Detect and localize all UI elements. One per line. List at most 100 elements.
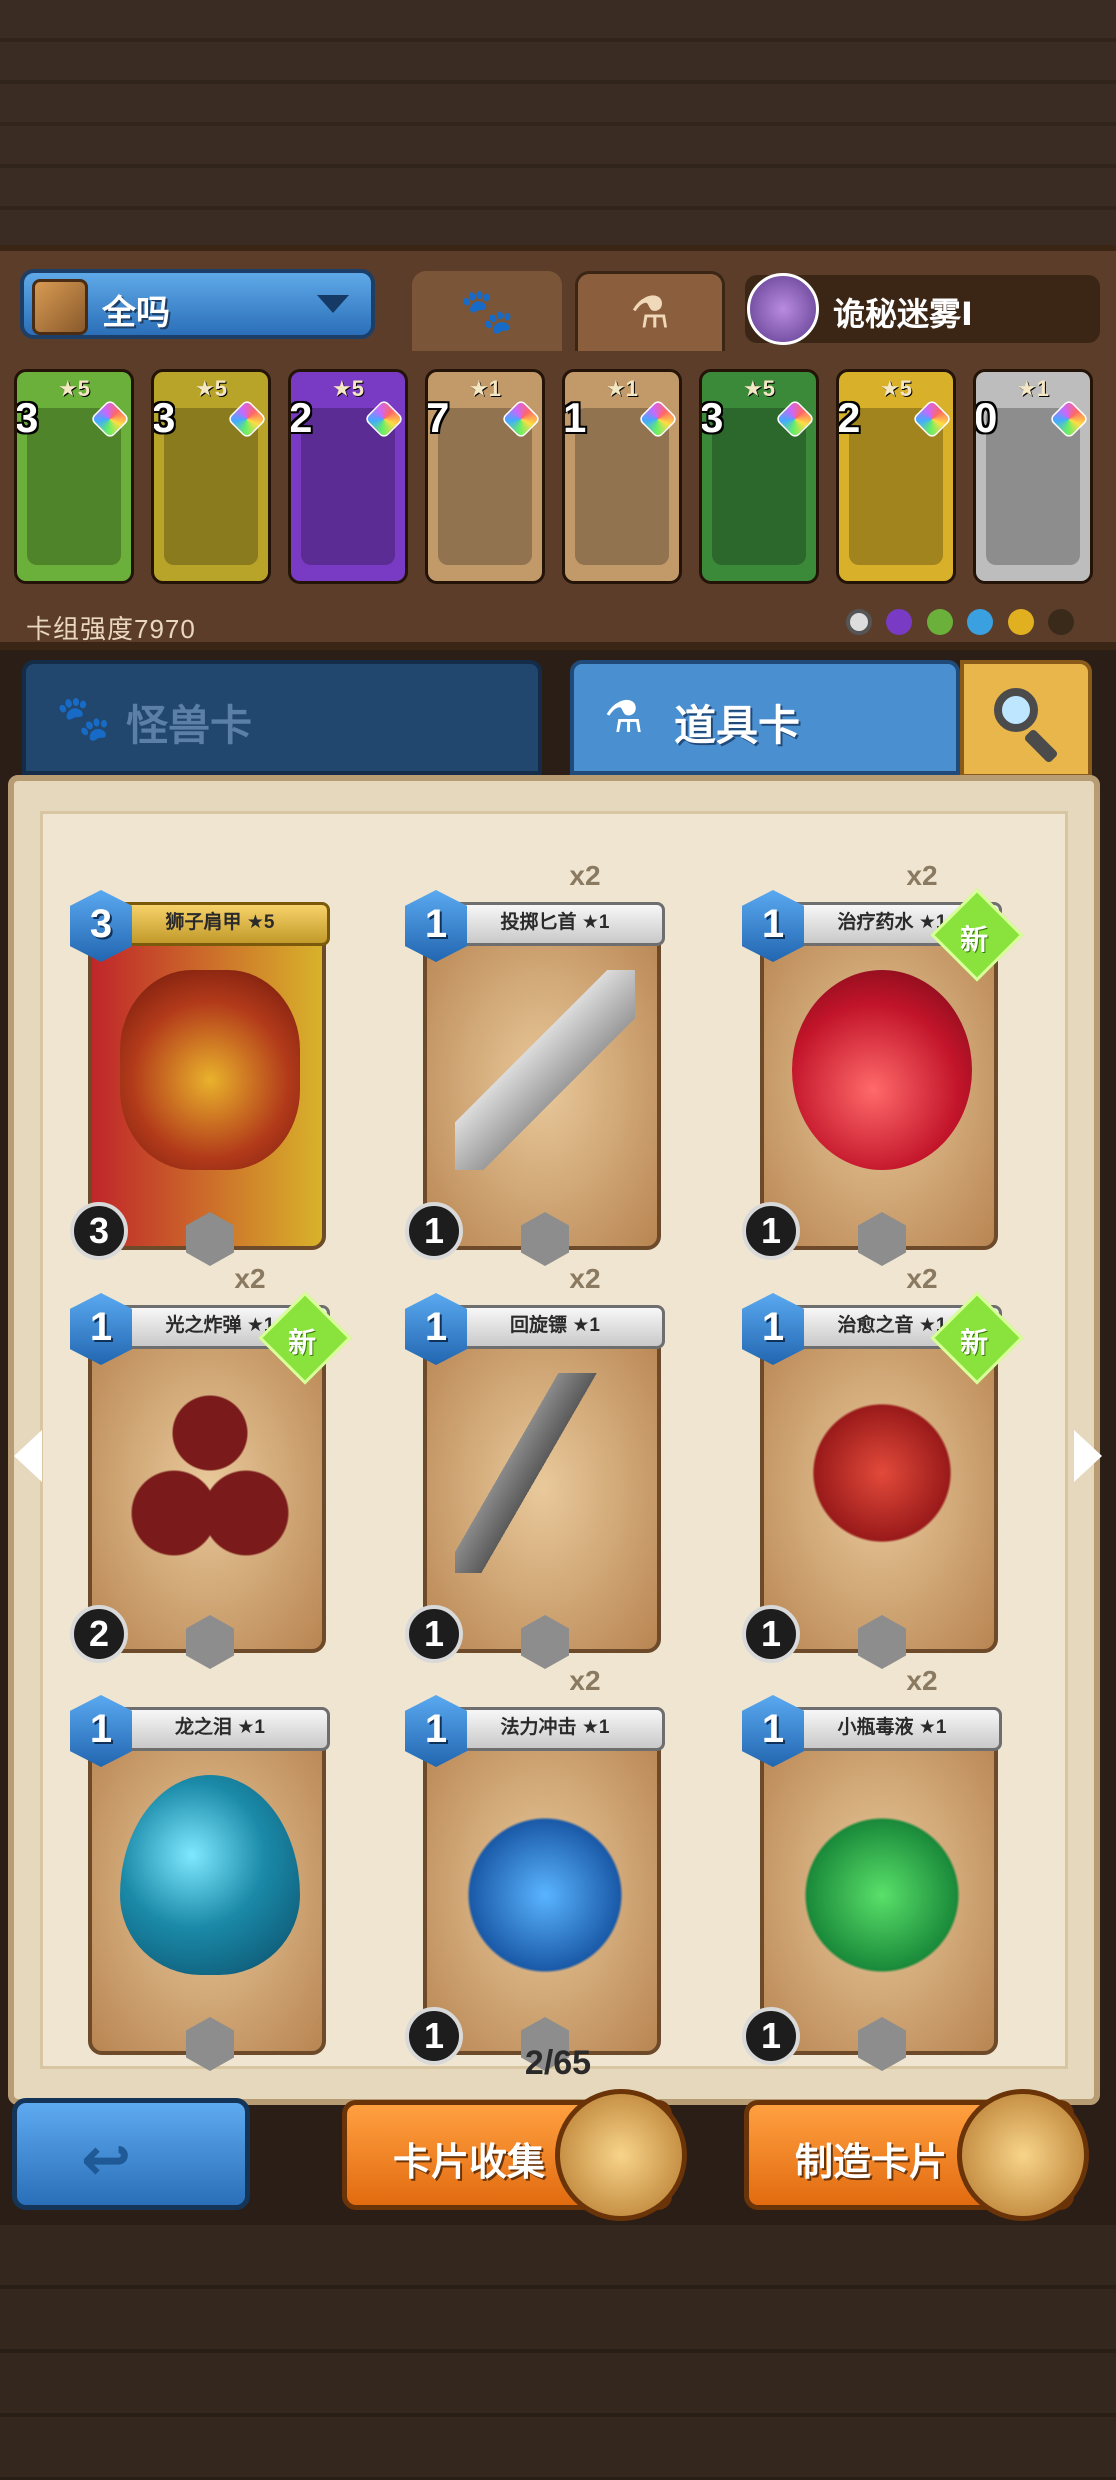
deck-card-count: 0 <box>974 394 998 441</box>
card-art <box>455 970 635 1170</box>
potion-icon: ⚗ <box>630 288 670 337</box>
card-name-ribbon: 狮子肩甲 ★5 <box>110 902 330 946</box>
deck-book-icon <box>32 279 88 335</box>
attack-value: 3 <box>88 1210 110 1251</box>
card-collection-button[interactable]: 卡片收集 <box>342 2089 687 2221</box>
card-name-ribbon: 回旋镖 ★1 <box>445 1305 665 1349</box>
card-art <box>120 1373 300 1573</box>
item-card[interactable]: 小瓶毒液 ★1 1 1 x2 <box>742 1665 1002 2071</box>
paw-icon: 🐾 <box>56 694 111 743</box>
attack-badge: 1 <box>405 1605 463 1663</box>
hero-selector[interactable]: 诡秘迷雾Ⅰ <box>745 273 1100 345</box>
attack-badge: 2 <box>70 1605 128 1663</box>
item-card[interactable]: 龙之泪 ★1 1 <box>70 1685 330 2071</box>
paw-icon: 🐾 <box>459 287 515 336</box>
craft-card-label: 制造卡片 <box>795 2142 948 2184</box>
deck-card[interactable]: ★5 3 <box>14 369 134 584</box>
card-name-ribbon: 小瓶毒液 ★1 <box>782 1707 1002 1751</box>
attack-value: 1 <box>423 1210 445 1251</box>
card-art <box>792 1775 972 1975</box>
deck-card[interactable]: ★5 2 <box>836 369 956 584</box>
card-name-ribbon: 龙之泪 ★1 <box>110 1707 330 1751</box>
mana-cost: 1 <box>761 1305 785 1349</box>
deck-card-row: ★5 3 ★5 3 ★5 2 ★1 7 ★1 1 ★5 3 ★5 2 ★1 0 <box>14 369 1104 589</box>
new-badge-label: 新 <box>960 1326 989 1358</box>
copy-count: x2 <box>234 1263 266 1294</box>
attack-badge: 1 <box>405 1202 463 1260</box>
deck-card[interactable]: ★5 3 <box>151 369 271 584</box>
tab-monster-cards[interactable]: 🐾 怪兽卡 <box>22 660 542 775</box>
card-book-icon <box>555 2089 687 2221</box>
filter-blue-icon[interactable] <box>967 609 994 635</box>
deck-filter-icons <box>836 609 1076 639</box>
new-badge-label: 新 <box>288 1326 317 1358</box>
filter-dark-icon[interactable] <box>1048 609 1075 635</box>
mana-cost: 1 <box>424 1707 448 1751</box>
tab-monster-filter[interactable]: 🐾 <box>412 271 562 351</box>
attack-value: 1 <box>760 1210 782 1251</box>
next-page-arrow[interactable] <box>1074 1430 1102 1482</box>
deck-name-label: 全吗 <box>102 294 170 332</box>
copy-count: x2 <box>569 860 601 891</box>
item-card[interactable]: 治愈之音 ★1 1 1 x2 新 <box>742 1263 1024 1669</box>
attack-value: 1 <box>423 1613 445 1654</box>
item-card[interactable]: 光之炸弹 ★1 1 2 x2 新 <box>70 1263 352 1669</box>
attack-badge: 1 <box>742 1605 800 1663</box>
prev-page-arrow[interactable] <box>14 1430 42 1482</box>
copy-count: x2 <box>906 1665 938 1696</box>
tab-monster-label: 怪兽卡 <box>126 702 253 749</box>
attack-value: 2 <box>88 1613 110 1654</box>
deck-card[interactable]: ★1 0 <box>973 369 1093 584</box>
attack-value: 1 <box>760 1613 782 1654</box>
filter-purple-icon[interactable] <box>886 609 913 635</box>
deck-card[interactable]: ★1 7 <box>425 369 545 584</box>
deck-card-count: 2 <box>289 394 313 441</box>
deck-card[interactable]: ★1 1 <box>562 369 682 584</box>
card-art <box>455 1373 635 1573</box>
hero-avatar <box>747 273 819 345</box>
tab-item-label: 道具卡 <box>674 702 801 749</box>
card-collection-label: 卡片收集 <box>393 2142 546 2184</box>
back-arrow-icon: ↩ <box>81 2126 132 2193</box>
craft-card-button[interactable]: 制造卡片 <box>744 2089 1089 2221</box>
deck-card-count: 2 <box>837 394 861 441</box>
deck-card-count: 3 <box>152 394 176 441</box>
mana-cost: 1 <box>761 1707 785 1751</box>
item-card[interactable]: 法力冲击 ★1 1 1 x2 <box>405 1665 665 2071</box>
mana-cost: 3 <box>89 902 113 946</box>
card-name-ribbon: 法力冲击 ★1 <box>445 1707 665 1751</box>
item-card[interactable]: 回旋镖 ★1 1 1 x2 <box>405 1263 665 1669</box>
paw-jar-icon <box>957 2089 1089 2221</box>
mana-cost: 1 <box>761 902 785 946</box>
potion-icon: ⚗ <box>604 693 644 742</box>
card-art <box>792 970 972 1170</box>
chevron-down-icon <box>317 295 349 313</box>
deck-card[interactable]: ★5 2 <box>288 369 408 584</box>
filter-common-icon[interactable] <box>846 609 872 635</box>
item-card[interactable]: 治疗药水 ★1 1 1 x2 新 <box>742 860 1024 1266</box>
card-art <box>792 1373 972 1573</box>
attack-badge: 3 <box>70 1202 128 1260</box>
deck-card-count: 3 <box>700 394 724 441</box>
search-button[interactable] <box>960 660 1092 778</box>
tab-item-cards[interactable]: ⚗ 道具卡 <box>570 660 960 775</box>
deck-card-count: 1 <box>563 394 587 441</box>
copy-count: x2 <box>569 1665 601 1696</box>
filter-green-icon[interactable] <box>926 609 953 635</box>
deck-strength: 卡组强度7970 <box>26 614 196 644</box>
item-card[interactable]: 狮子肩甲 ★5 3 3 <box>70 880 330 1266</box>
filter-gold-icon[interactable] <box>1007 609 1034 635</box>
deck-card[interactable]: ★5 3 <box>699 369 819 584</box>
deck-panel: 全吗 🐾 ⚗ 诡秘迷雾Ⅰ ★5 3 ★5 3 ★5 2 ★1 7 ★1 1 ★5 3 ★5 2 ★1 0 卡组… <box>0 245 1116 650</box>
back-button[interactable]: ↩ <box>12 2098 250 2210</box>
hero-name: 诡秘迷雾Ⅰ <box>833 296 973 332</box>
item-card[interactable]: 投掷匕首 ★1 1 1 x2 <box>405 860 665 1266</box>
mana-cost: 1 <box>89 1707 113 1751</box>
deck-selector[interactable]: 全吗 <box>20 269 375 339</box>
card-name-ribbon: 投掷匕首 ★1 <box>445 902 665 946</box>
tab-item-filter[interactable]: ⚗ <box>575 271 725 351</box>
copy-count: x2 <box>906 1263 938 1294</box>
bottom-wood-background <box>0 2225 1116 2480</box>
deck-card-count: 3 <box>15 394 39 441</box>
deck-card-count: 7 <box>426 394 450 441</box>
